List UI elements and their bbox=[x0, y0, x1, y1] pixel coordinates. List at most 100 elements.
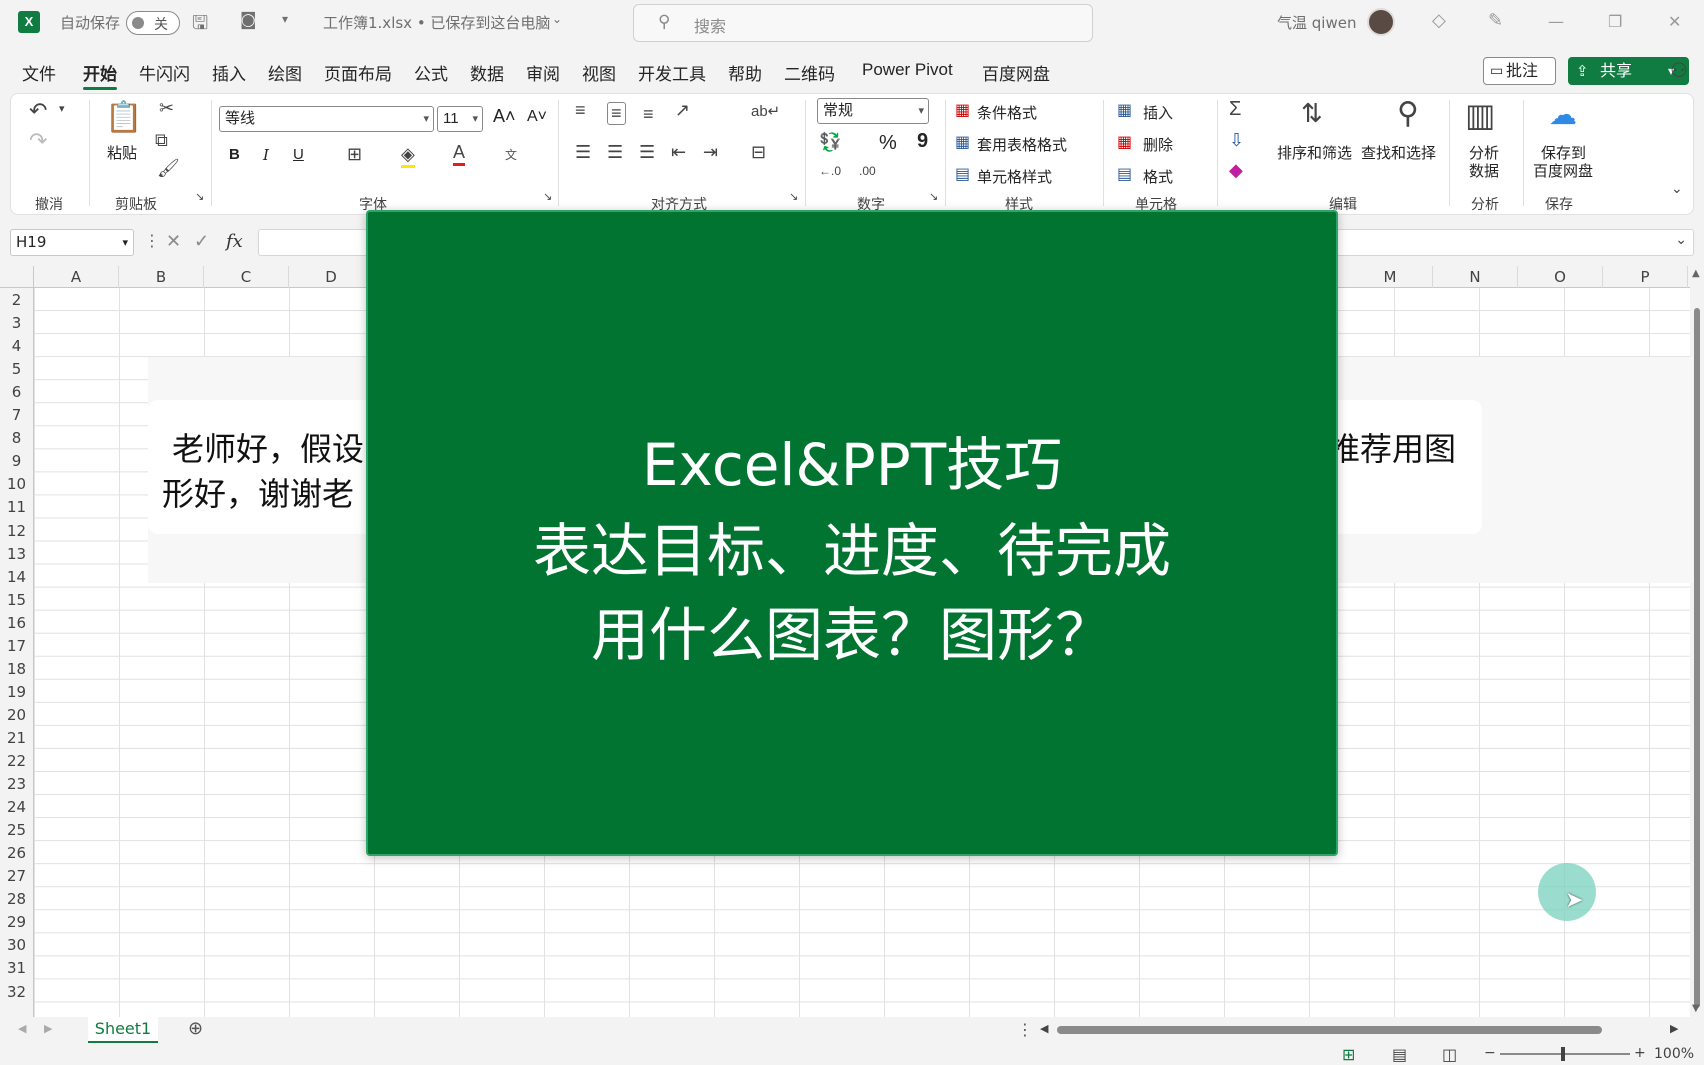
tab-niushanshan[interactable]: 牛闪闪 bbox=[139, 60, 190, 85]
tab-formulas[interactable]: 公式 bbox=[414, 60, 448, 85]
tab-baidu-netdisk[interactable]: 百度网盘 bbox=[982, 60, 1050, 85]
font-color-icon[interactable]: A bbox=[453, 142, 466, 166]
row-header[interactable]: 24 bbox=[0, 798, 33, 816]
conditional-format-button[interactable]: 条件格式 bbox=[977, 102, 1037, 123]
insert-cells-button[interactable]: 插入 bbox=[1143, 102, 1173, 123]
orientation-icon[interactable]: ↗ bbox=[675, 100, 690, 121]
row-header[interactable]: 21 bbox=[0, 729, 33, 747]
row-header[interactable]: 9 bbox=[0, 452, 33, 470]
sort-filter-button[interactable]: 排序和筛选 bbox=[1277, 142, 1352, 163]
wrap-text-icon[interactable]: ab↵ bbox=[751, 102, 780, 120]
scroll-right-icon[interactable]: ▶ bbox=[1670, 1022, 1678, 1035]
sheet-tab-active[interactable]: Sheet1 bbox=[88, 1017, 158, 1043]
row-header[interactable]: 32 bbox=[0, 983, 33, 1001]
prev-sheet-icon[interactable]: ◀ bbox=[18, 1022, 26, 1035]
tab-file[interactable]: 文件 bbox=[22, 60, 56, 85]
fill-color-icon[interactable]: ◈ bbox=[401, 144, 415, 168]
redo-icon[interactable]: ↷ bbox=[29, 128, 47, 154]
fill-icon[interactable]: ⇩ bbox=[1229, 130, 1244, 151]
tab-draw[interactable]: 绘图 bbox=[268, 60, 302, 85]
add-sheet-icon[interactable]: ⊕ bbox=[188, 1018, 203, 1039]
row-header[interactable]: 23 bbox=[0, 775, 33, 793]
people-icon[interactable]: ⚇ bbox=[1670, 58, 1688, 82]
autosave-toggle[interactable]: 关 bbox=[126, 11, 180, 35]
align-center-icon[interactable]: ☰ bbox=[607, 142, 623, 163]
row-header[interactable]: 15 bbox=[0, 591, 33, 609]
tab-power-pivot[interactable]: Power Pivot bbox=[862, 60, 953, 80]
restore-icon[interactable]: ❐ bbox=[1608, 12, 1622, 31]
undo-icon[interactable]: ↶ bbox=[29, 98, 47, 124]
number-format-select[interactable]: 常规 ▾ bbox=[817, 98, 929, 124]
row-header[interactable]: 22 bbox=[0, 752, 33, 770]
dialog-launcher-icon[interactable]: ↘ bbox=[543, 190, 552, 203]
diamond-icon[interactable]: ◇ bbox=[1432, 10, 1446, 31]
more-options-icon[interactable]: ⋮ bbox=[1017, 1020, 1033, 1039]
scroll-left-icon[interactable]: ◀ bbox=[1040, 1022, 1048, 1035]
chevron-down-icon[interactable]: ⌄ bbox=[552, 12, 562, 26]
font-size-select[interactable]: 11 ▾ bbox=[437, 106, 483, 132]
decrease-decimal-icon[interactable]: .00 bbox=[859, 164, 876, 178]
zoom-slider-thumb[interactable] bbox=[1561, 1047, 1565, 1061]
accounting-format-icon[interactable]: 💱 bbox=[819, 132, 841, 153]
row-header[interactable]: 31 bbox=[0, 959, 33, 977]
row-header[interactable]: 28 bbox=[0, 890, 33, 908]
camera-icon[interactable]: ◙ bbox=[240, 10, 257, 30]
file-title[interactable]: 工作簿1.xlsx • 已保存到这台电脑 bbox=[323, 12, 550, 33]
format-cells-button[interactable]: 格式 bbox=[1143, 166, 1173, 187]
column-header[interactable]: B bbox=[119, 266, 204, 288]
comma-button[interactable]: 9 bbox=[917, 130, 928, 153]
row-header[interactable]: 11 bbox=[0, 498, 33, 516]
zoom-in-icon[interactable]: + bbox=[1634, 1045, 1646, 1061]
more-options-icon[interactable]: ⋮ bbox=[144, 231, 160, 250]
column-header[interactable]: M bbox=[1348, 266, 1433, 288]
paste-icon[interactable]: 📋 bbox=[105, 100, 142, 135]
increase-decimal-icon[interactable]: ←.0 bbox=[819, 164, 841, 178]
confirm-icon[interactable]: ✓ bbox=[194, 231, 209, 252]
zoom-out-icon[interactable]: − bbox=[1484, 1045, 1496, 1061]
save-to-label-2[interactable]: 百度网盘 bbox=[1533, 160, 1593, 181]
row-header[interactable]: 19 bbox=[0, 683, 33, 701]
autosum-icon[interactable]: Σ bbox=[1229, 98, 1241, 121]
tab-data[interactable]: 数据 bbox=[470, 60, 504, 85]
font-name-select[interactable]: 等线 ▾ bbox=[219, 106, 434, 132]
row-header[interactable]: 30 bbox=[0, 936, 33, 954]
quick-access-dropdown-icon[interactable]: ▾ bbox=[282, 12, 288, 26]
undo-dropdown-icon[interactable]: ▾ bbox=[59, 102, 65, 115]
column-header[interactable]: N bbox=[1433, 266, 1518, 288]
row-header[interactable]: 8 bbox=[0, 429, 33, 447]
merge-center-icon[interactable]: ⊟ bbox=[751, 142, 766, 163]
analyze-data-label-2[interactable]: 数据 bbox=[1469, 160, 1499, 181]
row-header[interactable]: 25 bbox=[0, 821, 33, 839]
row-header[interactable]: 16 bbox=[0, 614, 33, 632]
search-box[interactable]: ⚲ 搜索 bbox=[633, 4, 1093, 42]
row-header[interactable]: 18 bbox=[0, 660, 33, 678]
row-header[interactable]: 5 bbox=[0, 360, 33, 378]
zoom-slider[interactable] bbox=[1500, 1053, 1630, 1055]
increase-font-icon[interactable]: A˄ bbox=[493, 106, 516, 127]
column-header[interactable]: C bbox=[204, 266, 289, 288]
tab-page-layout[interactable]: 页面布局 bbox=[324, 60, 392, 85]
pen-icon[interactable]: ✎ bbox=[1488, 10, 1503, 31]
bold-button[interactable]: B bbox=[229, 146, 240, 163]
percent-button[interactable]: % bbox=[879, 132, 897, 155]
save-icon[interactable]: 🖫 bbox=[192, 9, 208, 41]
column-header[interactable]: O bbox=[1518, 266, 1603, 288]
align-bottom-icon[interactable]: ≡ bbox=[643, 104, 654, 125]
row-header[interactable]: 29 bbox=[0, 913, 33, 931]
align-top-icon[interactable]: ≡ bbox=[575, 100, 586, 121]
format-painter-icon[interactable]: 🖌 bbox=[157, 158, 180, 179]
vertical-scroll-thumb[interactable] bbox=[1694, 308, 1700, 1008]
row-header[interactable]: 2 bbox=[0, 291, 33, 309]
row-header[interactable]: 13 bbox=[0, 545, 33, 563]
tab-insert[interactable]: 插入 bbox=[212, 60, 246, 85]
page-layout-view-icon[interactable]: ▤ bbox=[1392, 1045, 1407, 1064]
phonetic-icon[interactable]: 文 bbox=[505, 146, 517, 163]
copy-icon[interactable]: ⧉ bbox=[155, 130, 168, 151]
name-box[interactable]: H19 ▾ bbox=[10, 229, 134, 256]
cell-styles-button[interactable]: 单元格样式 bbox=[977, 166, 1052, 187]
increase-indent-icon[interactable]: ⇥ bbox=[703, 142, 718, 163]
underline-button[interactable]: U bbox=[293, 146, 304, 163]
horizontal-scroll-thumb[interactable] bbox=[1057, 1026, 1602, 1034]
row-header[interactable]: 4 bbox=[0, 337, 33, 355]
next-sheet-icon[interactable]: ▶ bbox=[44, 1022, 52, 1035]
